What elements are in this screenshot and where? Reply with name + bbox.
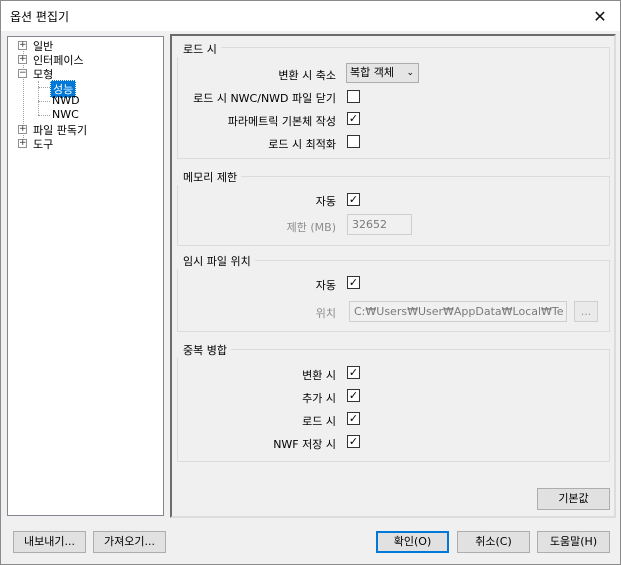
tree-line [38,101,50,102]
close-button[interactable]: ✕ [580,1,620,31]
merge-on-append-checkbox[interactable]: ✓ [347,389,360,402]
temp-location-input[interactable]: C:₩Users₩User₩AppData₩Local₩Te [349,301,567,322]
options-tree: + 일반 + 인터페이스 − 모형 성능 NWD NWC + 파일 판독기 + … [7,36,164,516]
check-icon: ✓ [348,193,359,206]
check-icon: ✓ [348,412,359,425]
tree-item-nwc[interactable]: NWC [52,108,79,121]
merge-on-convert-checkbox[interactable]: ✓ [347,366,360,379]
load-group-title: 로드 시 [177,41,221,57]
memory-auto-checkbox[interactable]: ✓ [347,193,360,206]
check-icon: ✓ [348,276,359,289]
merge-duplicates-group-title: 중복 병합 [177,342,231,358]
cancel-button[interactable]: 취소(C) [457,531,530,553]
options-editor-window: 옵션 편집기 ✕ + 일반 + 인터페이스 − 모형 성능 NWD NWC + … [0,0,621,565]
create-parametric-label: 파라메트릭 기본체 작성 [227,115,336,128]
merge-on-nwf-save-label: NWF 저장 시 [273,438,336,451]
memory-limit-label: 제한 (MB) [286,221,336,234]
close-nwc-nwd-checkbox[interactable] [347,90,360,103]
merge-duplicates-group [177,349,610,462]
window-title: 옵션 편집기 [10,10,70,24]
optimize-on-load-checkbox[interactable] [347,135,360,148]
export-button[interactable]: 내보내기... [13,531,86,553]
chevron-down-icon: ⌄ [406,68,414,78]
check-icon: ✓ [348,435,359,448]
convert-collapse-select[interactable]: 복합 객체 ⌄ [346,63,419,83]
temp-auto-label: 자동 [315,279,336,292]
expand-icon[interactable]: + [18,139,27,148]
browse-button[interactable]: ... [574,301,598,322]
create-parametric-checkbox[interactable]: ✓ [347,112,360,125]
merge-on-load-checkbox[interactable]: ✓ [347,412,360,425]
collapse-icon[interactable]: − [18,69,27,78]
temp-location-label: 위치 [315,307,336,320]
tree-line [38,87,50,88]
tree-item-tools[interactable]: 도구 [33,136,53,152]
convert-collapse-value: 복합 객체 [350,66,394,79]
merge-on-append-label: 추가 시 [302,392,336,405]
memory-group-title: 메모리 제한 [177,169,242,185]
close-nwc-nwd-label: 로드 시 NWC/NWD 파일 닫기 [193,92,336,105]
defaults-button[interactable]: 기본값 [537,488,610,510]
memory-auto-label: 자동 [315,195,336,208]
merge-on-load-label: 로드 시 [302,415,336,428]
expand-icon[interactable]: + [18,55,27,64]
check-icon: ✓ [348,366,359,379]
tree-item-nwd[interactable]: NWD [52,94,80,107]
temp-file-group-title: 임시 파일 위치 [177,253,255,269]
title-bar: 옵션 편집기 ✕ [1,1,620,31]
expand-icon[interactable]: + [18,41,27,50]
expand-icon[interactable]: + [18,125,27,134]
memory-group [177,176,610,246]
optimize-on-load-label: 로드 시 최적화 [268,138,336,151]
merge-on-nwf-save-checkbox[interactable]: ✓ [347,435,360,448]
check-icon: ✓ [348,389,359,402]
temp-auto-checkbox[interactable]: ✓ [347,276,360,289]
import-button[interactable]: 가져오기... [93,531,166,553]
convert-collapse-label: 변환 시 축소 [278,69,336,82]
memory-limit-input[interactable]: 32652 [347,214,412,235]
tree-line [38,115,50,116]
merge-on-convert-label: 변환 시 [302,369,336,382]
check-icon: ✓ [348,112,359,125]
ok-button[interactable]: 확인(O) [376,531,449,553]
help-button[interactable]: 도움말(H) [537,531,610,553]
close-icon: ✕ [593,6,607,26]
